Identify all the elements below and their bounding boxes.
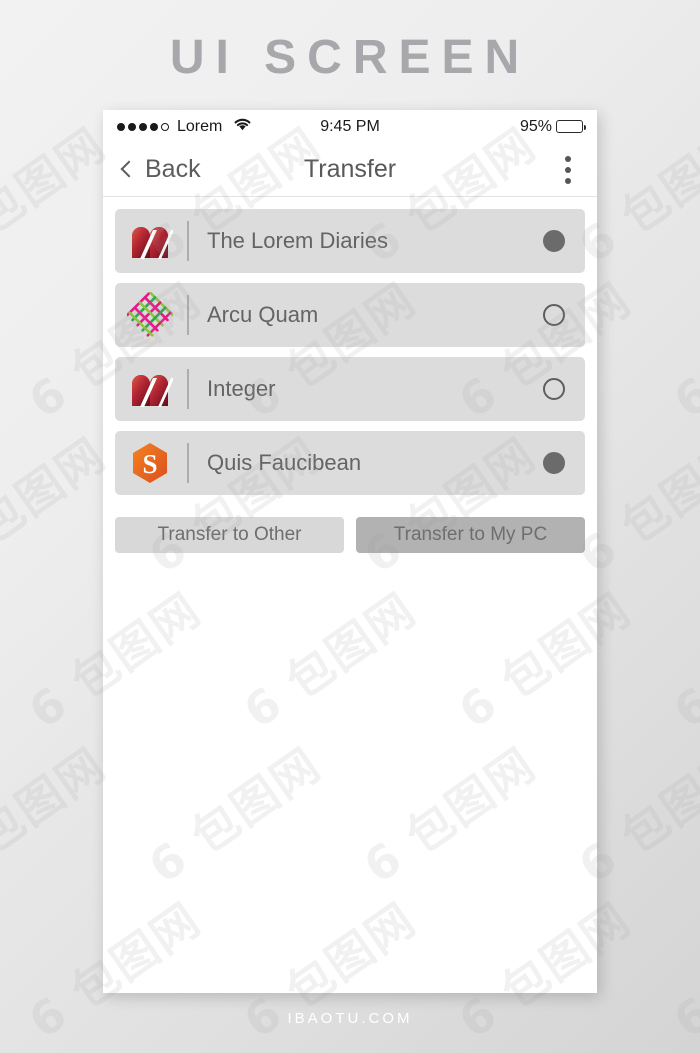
watermark-text: 6 包图网	[0, 737, 116, 894]
list-item-label: The Lorem Diaries	[207, 228, 388, 253]
battery-percent-label: 95%	[519, 117, 552, 135]
item-divider	[187, 295, 189, 335]
watermark-text: 6 包图网	[0, 427, 116, 584]
more-vertical-icon[interactable]	[559, 152, 577, 188]
list-item-radio[interactable]	[543, 378, 565, 400]
list-item[interactable]: Arcu Quam	[115, 283, 585, 347]
carrier-label: Lorem	[177, 117, 223, 135]
orange-hexagon-s-logo-icon: S	[127, 440, 173, 486]
watermark-text: 6 包图网	[0, 1040, 117, 1053]
list-item-label: Integer	[207, 376, 276, 401]
item-divider	[187, 369, 189, 409]
transfer-to-other-button[interactable]: Transfer to Other	[115, 517, 344, 553]
status-bar-left: Lorem	[117, 117, 252, 136]
svg-text:S: S	[142, 449, 157, 479]
watermark-text: 6 包图网	[663, 272, 700, 429]
battery-icon	[556, 120, 586, 133]
page-title: UI SCREEN	[169, 31, 531, 84]
status-bar-right: 95%	[519, 117, 586, 136]
transfer-to-my-pc-button[interactable]: Transfer to My PC	[356, 517, 585, 553]
pink-lattice-logo-icon	[127, 292, 173, 338]
status-bar: Lorem 9:45 PM 95%	[103, 110, 597, 143]
item-divider	[187, 221, 189, 261]
watermark-text: 6 包图网	[663, 582, 700, 739]
list-item-radio[interactable]	[543, 452, 565, 474]
list-item[interactable]: S Quis Faucibean	[115, 431, 585, 495]
action-button-row: Transfer to Other Transfer to My PC	[103, 505, 597, 553]
phone-frame: Lorem 9:45 PM 95% Back Transfer The Lore…	[103, 110, 597, 993]
watermark-text: 6 包图网	[134, 1040, 332, 1053]
list-item-label: Quis Faucibean	[207, 450, 362, 475]
signal-strength-icon	[117, 122, 169, 131]
list-item-radio[interactable]	[543, 304, 565, 326]
wifi-icon	[233, 117, 252, 136]
list-item-label: Arcu Quam	[207, 302, 319, 327]
list-item-radio[interactable]	[543, 230, 565, 252]
list-item[interactable]: Integer	[115, 357, 585, 421]
back-button-label: Back	[145, 155, 201, 183]
watermark-text: 6 包图网	[349, 1040, 547, 1053]
nav-bar: Back Transfer	[103, 143, 597, 197]
back-button[interactable]: Back	[120, 155, 201, 184]
item-divider	[187, 443, 189, 483]
list-item[interactable]: The Lorem Diaries	[115, 209, 585, 273]
watermark-text: 6 包图网	[0, 117, 116, 274]
watermark-text: 6 包图网	[564, 1040, 700, 1053]
transfer-list: The Lorem Diaries Arcu Quam Integer S Qu…	[103, 197, 597, 495]
red-arches-logo-icon	[127, 366, 173, 412]
red-arches-logo-icon	[127, 218, 173, 264]
chevron-left-icon	[120, 160, 138, 178]
site-footer: IBAOTU.COM	[287, 1010, 413, 1027]
